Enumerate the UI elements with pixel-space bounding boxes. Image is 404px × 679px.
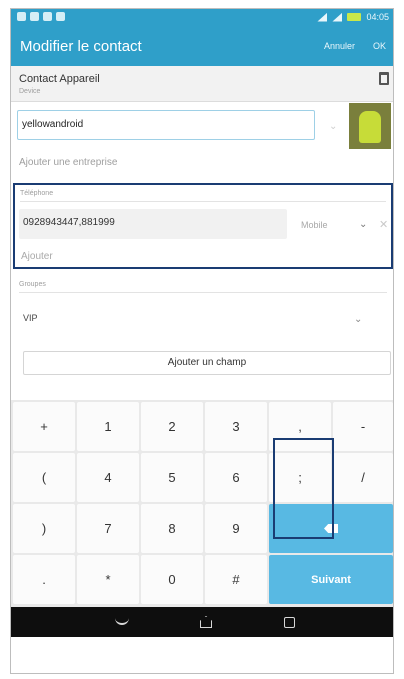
- phone-screen: 04:05 Modifier le contact Annuler OK Con…: [10, 8, 394, 674]
- key-close-paren[interactable]: ): [13, 504, 75, 553]
- app-bar: Modifier le contact Annuler OK: [11, 26, 393, 66]
- page-title: Modifier le contact: [20, 38, 142, 55]
- groups-select[interactable]: VIP: [23, 313, 38, 323]
- key-comma[interactable]: ,: [269, 402, 331, 451]
- device-icon: [379, 72, 389, 85]
- battery-icon: [347, 13, 362, 21]
- account-name: Contact Appareil: [19, 73, 100, 85]
- phone-section: Téléphone 0928943447,881999 Mobile ⌄ ✕ A…: [13, 183, 393, 269]
- add-field-button[interactable]: Ajouter un champ: [23, 351, 391, 375]
- key-0[interactable]: 0: [141, 555, 203, 604]
- notification-icon: [43, 12, 52, 21]
- recent-apps-icon[interactable]: [284, 617, 295, 628]
- chevron-down-icon[interactable]: ⌄: [354, 314, 362, 325]
- key-4[interactable]: 4: [77, 453, 139, 502]
- signal-icon: [317, 12, 328, 22]
- numeric-keyboard: + 1 2 3 , - ( 4 5 6 ; / ) 7 8 9 . * 0 # …: [11, 400, 393, 607]
- key-5[interactable]: 5: [141, 453, 203, 502]
- key-3[interactable]: 3: [205, 402, 267, 451]
- key-2[interactable]: 2: [141, 402, 203, 451]
- divider: [20, 201, 386, 202]
- groups-header: Groupes: [19, 281, 46, 288]
- wifi-icon: [332, 12, 343, 22]
- key-9[interactable]: 9: [205, 504, 267, 553]
- phone-header: Téléphone: [20, 190, 54, 197]
- key-asterisk[interactable]: *: [77, 555, 139, 604]
- ok-button[interactable]: OK: [373, 41, 386, 51]
- backspace-icon: [324, 524, 338, 533]
- next-key[interactable]: Suivant: [269, 555, 393, 604]
- status-time: 04:05: [366, 12, 389, 22]
- name-input[interactable]: yellowandroid: [17, 110, 315, 140]
- phone-type-select[interactable]: Mobile: [301, 220, 328, 230]
- notification-icon: [56, 12, 65, 21]
- divider: [19, 292, 387, 293]
- key-plus[interactable]: +: [13, 402, 75, 451]
- contact-photo[interactable]: [349, 103, 391, 149]
- key-hash[interactable]: #: [205, 555, 267, 604]
- add-company-field[interactable]: Ajouter une entreprise: [19, 157, 117, 168]
- phone-value: 0928943447,881999: [23, 217, 115, 228]
- navigation-bar: [11, 607, 393, 637]
- cancel-button[interactable]: Annuler: [324, 41, 355, 51]
- close-icon[interactable]: ✕: [379, 218, 388, 231]
- key-minus[interactable]: -: [333, 402, 393, 451]
- account-selector[interactable]: Contact Appareil Device: [11, 66, 393, 102]
- back-icon[interactable]: [115, 617, 129, 625]
- add-phone-button[interactable]: Ajouter: [21, 251, 53, 262]
- key-6[interactable]: 6: [205, 453, 267, 502]
- key-1[interactable]: 1: [77, 402, 139, 451]
- backspace-key[interactable]: [269, 504, 393, 553]
- key-period[interactable]: .: [13, 555, 75, 604]
- home-icon[interactable]: [200, 616, 212, 628]
- key-slash[interactable]: /: [333, 453, 393, 502]
- name-value: yellowandroid: [22, 119, 84, 130]
- notification-icon: [17, 12, 26, 21]
- phone-input[interactable]: 0928943447,881999: [19, 209, 287, 239]
- key-7[interactable]: 7: [77, 504, 139, 553]
- android-robot-icon: [359, 111, 381, 143]
- chevron-down-icon[interactable]: ⌄: [359, 219, 367, 230]
- key-8[interactable]: 8: [141, 504, 203, 553]
- chevron-down-icon[interactable]: ⌄: [329, 121, 337, 132]
- notification-icon: [30, 12, 39, 21]
- account-type: Device: [19, 88, 41, 95]
- key-semicolon[interactable]: ;: [269, 453, 331, 502]
- notification-icons: [17, 12, 65, 21]
- status-bar: 04:05: [11, 9, 393, 26]
- system-icons: 04:05: [317, 12, 389, 22]
- key-open-paren[interactable]: (: [13, 453, 75, 502]
